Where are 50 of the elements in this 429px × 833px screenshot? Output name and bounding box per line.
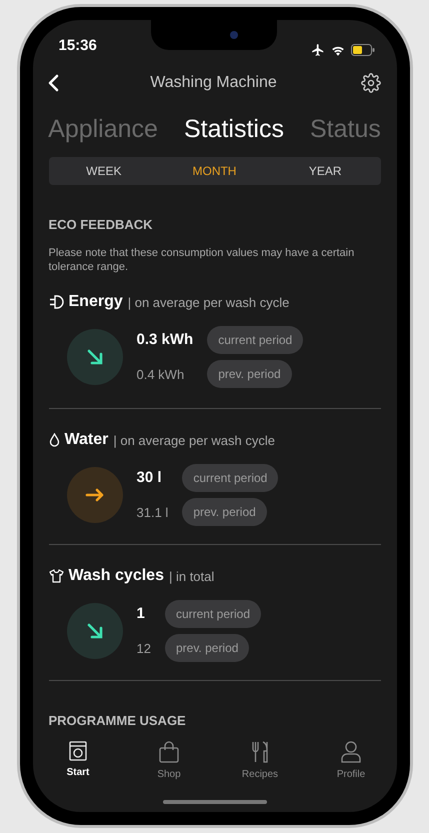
washing-machine-icon xyxy=(69,741,87,761)
arrow-down-right-icon xyxy=(86,622,104,640)
period-badge: current period xyxy=(182,464,278,492)
period-badge: prev. period xyxy=(207,360,292,388)
shirt-icon xyxy=(48,569,64,584)
section-heading: PROGRAMME USAGE xyxy=(48,712,187,730)
person-icon xyxy=(341,741,361,763)
shopping-bag-icon xyxy=(159,741,179,763)
fork-knife-icon xyxy=(252,741,268,763)
section-heading: ECO FEEDBACK xyxy=(48,216,154,234)
settings-button[interactable] xyxy=(360,72,382,94)
wifi-icon xyxy=(330,44,344,56)
metric-subtitle: | on average per wash cycle xyxy=(113,432,275,450)
camera-icon xyxy=(230,31,238,39)
battery-icon xyxy=(350,44,374,56)
current-value: 0.3 kWh xyxy=(136,330,194,350)
metric-subtitle: | in total xyxy=(168,568,214,586)
back-icon xyxy=(46,74,58,92)
previous-value: 12 xyxy=(136,640,151,658)
period-tab[interactable]: WEEK xyxy=(48,157,160,185)
tab-bar-item[interactable]: Recipes xyxy=(214,741,306,782)
previous-value: 0.4 kWh xyxy=(136,366,186,384)
settings-icon xyxy=(361,73,382,94)
period-tab[interactable]: MONTH xyxy=(159,157,270,185)
view-tab[interactable]: Status xyxy=(310,111,381,149)
screen-title: Washing Machine xyxy=(150,73,277,94)
airplane-icon xyxy=(310,43,324,58)
arrow-down-right-icon xyxy=(86,348,104,366)
current-value: 30 l xyxy=(136,468,163,488)
plug-icon xyxy=(48,295,64,310)
previous-value: 31.1 l xyxy=(136,504,168,522)
period-badge: prev. period xyxy=(182,498,267,526)
drop-icon xyxy=(48,433,60,448)
arrow-right-icon xyxy=(84,488,104,502)
tab-bar-item[interactable]: Shop xyxy=(124,741,214,782)
status-time: 15:36 xyxy=(58,36,97,56)
metric-title: Water xyxy=(64,430,108,450)
metric-title: Wash cycles xyxy=(68,566,164,586)
view-tab[interactable]: Statistics xyxy=(184,111,284,149)
current-value: 1 xyxy=(136,604,146,624)
metric-subtitle: | on average per wash cycle xyxy=(128,294,290,312)
tab-bar-item[interactable]: Profile xyxy=(306,741,396,782)
view-tab[interactable]: Appliance xyxy=(48,111,158,149)
period-badge: current period xyxy=(207,326,304,354)
metric-title: Energy xyxy=(68,292,123,312)
tolerance-note: Please note that these consumption values may have a certain tolerance range. xyxy=(48,246,356,274)
period-badge: current period xyxy=(164,600,262,628)
tab-bar-item[interactable]: Start xyxy=(32,741,124,782)
period-badge: prev. period xyxy=(164,634,250,662)
period-tab[interactable]: YEAR xyxy=(270,157,380,185)
